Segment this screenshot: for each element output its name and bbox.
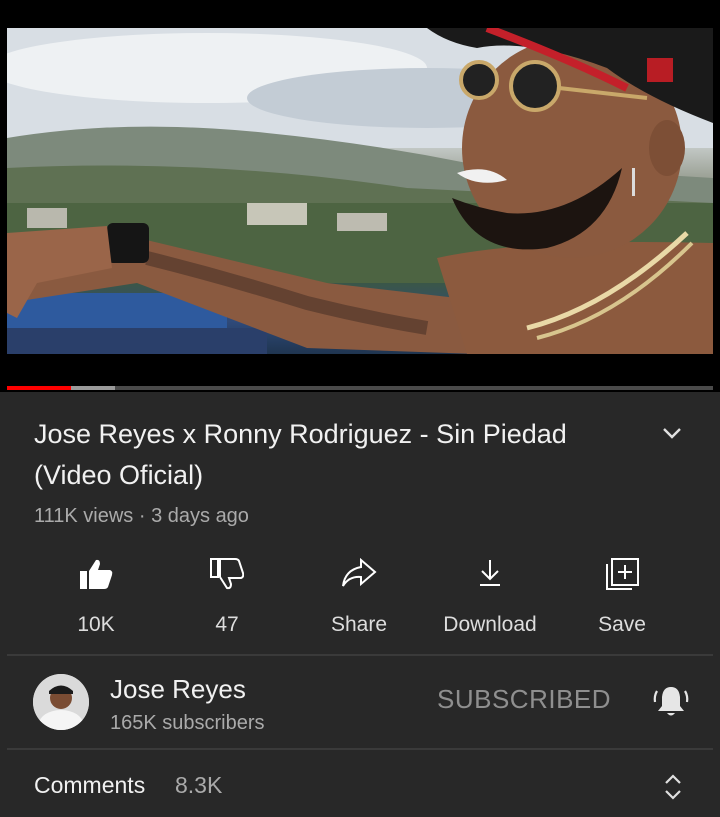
save-playlist-icon (556, 550, 688, 598)
expand-comments-icon[interactable] (661, 772, 685, 802)
comments-section[interactable]: Comments 8.3K (7, 750, 713, 817)
download-button[interactable]: Download (424, 550, 556, 640)
channel-avatar[interactable] (33, 674, 89, 730)
channel-name[interactable]: Jose Reyes (110, 674, 246, 705)
like-button[interactable]: 10K (30, 550, 162, 640)
download-icon (424, 550, 556, 598)
share-icon (293, 550, 425, 598)
comments-count: 8.3K (175, 772, 223, 798)
expand-description-icon[interactable] (657, 418, 687, 448)
action-bar: 10K 47 Share Download Save (7, 550, 713, 640)
like-count: 10K (77, 613, 115, 636)
video-player[interactable] (0, 0, 720, 392)
thumbs-up-icon (30, 550, 162, 598)
notification-bell-icon[interactable] (652, 683, 690, 721)
save-button[interactable]: Save (556, 550, 688, 640)
share-button[interactable]: Share (293, 550, 425, 640)
video-meta: 111K views · 3 days ago (34, 505, 249, 527)
video-frame[interactable] (7, 28, 713, 354)
subscriber-count: 165K subscribers (110, 712, 265, 734)
dislike-button[interactable]: 47 (161, 550, 293, 640)
video-info-panel: Jose Reyes x Ronny Rodriguez - Sin Pieda… (7, 392, 713, 817)
progress-played (7, 386, 71, 390)
download-label: Download (443, 613, 537, 636)
dislike-count: 47 (215, 613, 239, 636)
video-progress-bar[interactable] (7, 386, 713, 390)
channel-row[interactable]: Jose Reyes 165K subscribers SUBSCRIBED (7, 654, 713, 748)
video-thumbnail-image (7, 28, 713, 354)
save-label: Save (598, 613, 646, 636)
share-label: Share (330, 613, 388, 636)
subscribed-button[interactable]: SUBSCRIBED (437, 684, 611, 715)
video-title[interactable]: Jose Reyes x Ronny Rodriguez - Sin Pieda… (34, 414, 634, 496)
comments-label: Comments (34, 772, 146, 798)
thumbs-down-icon (161, 550, 293, 598)
